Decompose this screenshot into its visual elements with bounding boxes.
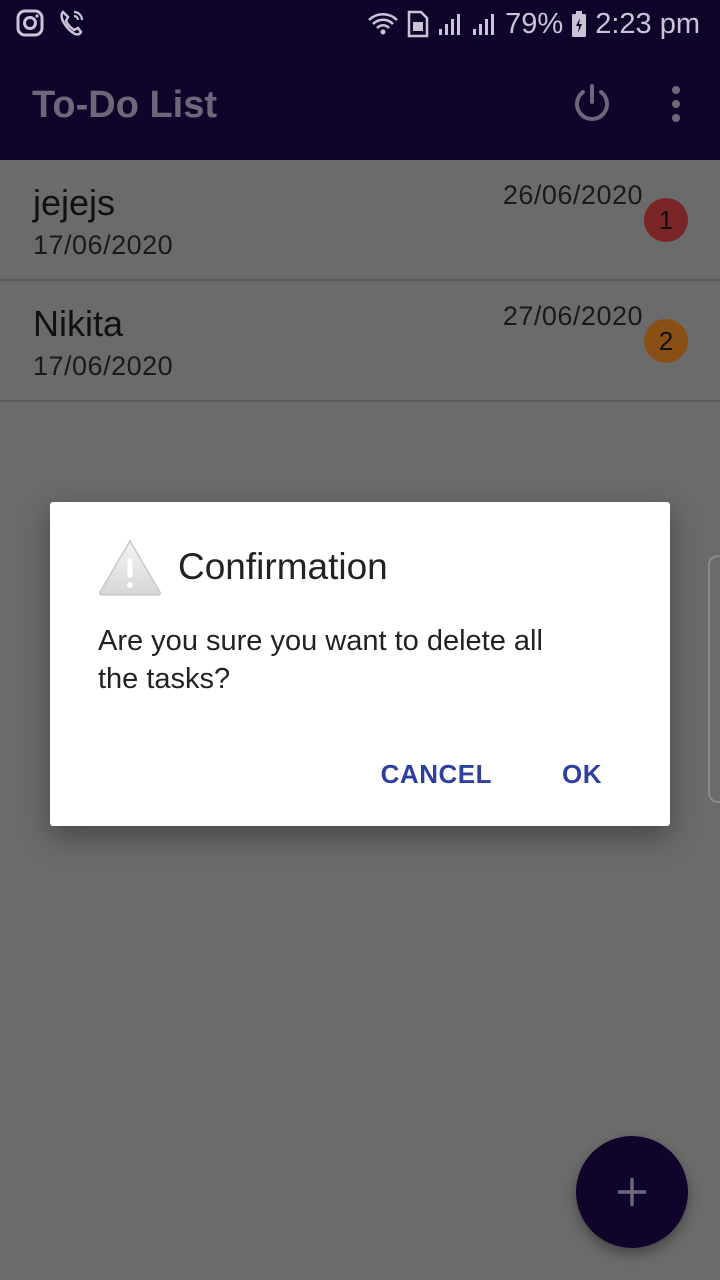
cancel-button[interactable]: CANCEL (361, 754, 512, 794)
status-time: 2:23 pm (595, 7, 700, 40)
task-item[interactable]: Nikita 17/06/2020 27/06/2020 2 (0, 281, 720, 402)
task-created-date: 17/06/2020 (33, 351, 174, 381)
ok-button[interactable]: OK (542, 754, 622, 794)
add-task-button[interactable] (576, 1136, 688, 1248)
dialog-actions: CANCEL OK (361, 754, 622, 794)
task-list: jejejs 17/06/2020 26/06/2020 1 Nikita 17… (0, 160, 720, 402)
task-item[interactable]: jejejs 17/06/2020 26/06/2020 1 (0, 160, 720, 281)
power-icon (575, 84, 609, 121)
status-left (16, 8, 86, 38)
task-due-date: 27/06/2020 (502, 301, 643, 331)
task-due-date: 26/06/2020 (502, 180, 643, 210)
task-name: Nikita (33, 303, 124, 344)
app-bar: To-Do List (0, 48, 720, 160)
confirmation-dialog: Confirmation Are you sure you want to de… (50, 502, 670, 826)
battery-percent: 79% (505, 7, 564, 40)
status-bar: 79% 2:23 pm (0, 0, 720, 48)
wifi-call-icon (58, 8, 86, 38)
sim-icon (407, 10, 429, 38)
dialog-message: Are you sure you want to delete all the … (98, 625, 543, 695)
priority-badge: 1 (644, 198, 688, 242)
warning-icon (98, 538, 162, 598)
plus-icon (618, 1178, 646, 1206)
dialog-title: Confirmation (178, 546, 388, 587)
app-title: To-Do List (32, 84, 218, 126)
priority-badge: 2 (644, 319, 688, 363)
signal-icon (437, 11, 463, 37)
task-name: jejejs (33, 182, 116, 223)
instagram-icon (16, 9, 44, 37)
signal-icon (471, 11, 497, 37)
battery-icon (571, 10, 587, 38)
task-created-date: 17/06/2020 (33, 230, 174, 260)
status-right: 79% 2:23 pm (367, 4, 700, 44)
power-button[interactable] (570, 82, 614, 126)
more-vert-icon (672, 86, 680, 122)
wifi-icon (367, 11, 399, 37)
overflow-menu-button[interactable] (660, 82, 692, 126)
edge-panel-handle[interactable] (708, 555, 720, 803)
